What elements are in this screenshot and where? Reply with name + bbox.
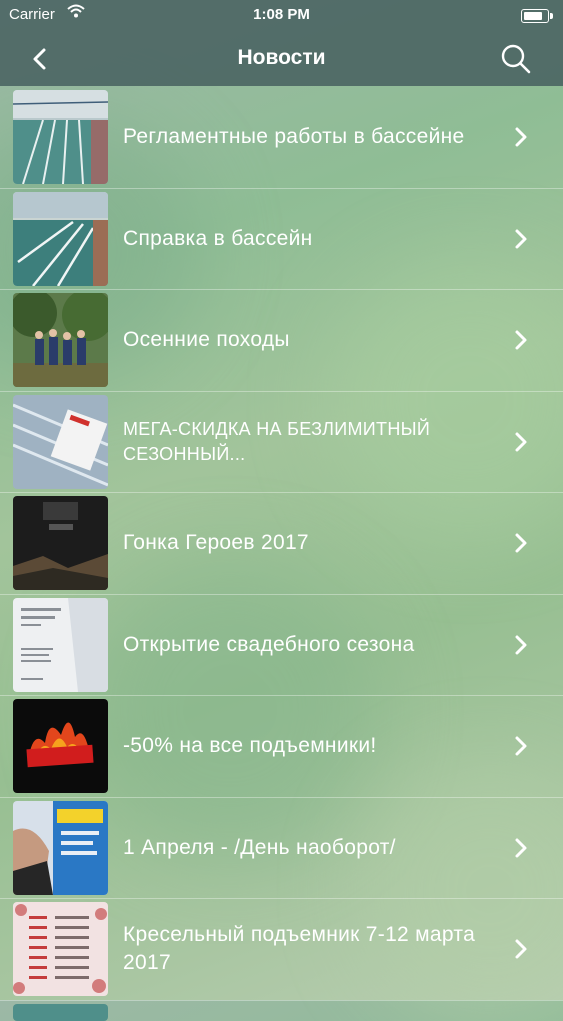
chevron-right-icon <box>515 432 527 451</box>
status-bar: Carrier 1:08 PM <box>0 0 563 32</box>
news-thumbnail <box>13 191 108 286</box>
news-title: Справка в бассейн <box>123 226 313 250</box>
hot-sale-logo <box>13 699 108 793</box>
chevron-right-icon <box>515 736 527 756</box>
chevron-right-icon <box>515 838 527 857</box>
list-item[interactable]: МЕГА-СКИДКА НА БЕЗЛИМИТНЫЙ СЕЗОННЫЙ... <box>0 392 563 493</box>
news-title: Открытие свадебного сезона <box>123 632 415 656</box>
news-thumbnail <box>13 902 108 996</box>
news-list: Регламентные работы в бассейне Справка в… <box>0 87 563 1021</box>
list-item[interactable]: -50% на все подъемники! <box>0 696 563 798</box>
navigation-bar: Новости <box>0 32 563 86</box>
search-icon <box>501 44 531 74</box>
chevron-right-icon <box>515 635 527 654</box>
page-title: Новости <box>237 46 326 69</box>
news-title: МЕГА-СКИДКА НА БЕЗЛИМИТНЫЙ СЕЗОННЫЙ... <box>123 418 431 464</box>
search-button[interactable] <box>499 42 533 76</box>
news-title: Кресельный подъемник 7-12 марта 2017 <box>123 923 476 975</box>
list-item[interactable]: Открытие свадебного сезона <box>0 595 563 696</box>
news-title: 1 Апреля - /День наоборот/ <box>123 835 396 859</box>
news-thumbnail <box>13 293 108 387</box>
chevron-right-icon <box>515 229 527 248</box>
chevron-right-icon <box>515 533 527 553</box>
clock: 1:08 PM <box>253 6 310 23</box>
news-thumbnail <box>13 496 108 590</box>
news-thumbnail <box>13 597 108 692</box>
chevron-right-icon <box>515 330 527 350</box>
list-item[interactable]: Справка в бассейн <box>0 189 563 290</box>
news-title: Гонка Героев 2017 <box>123 531 309 555</box>
news-thumbnail <box>13 1003 108 1021</box>
news-thumbnail <box>13 394 108 489</box>
news-thumbnail <box>13 699 108 793</box>
list-item[interactable]: Регламентные работы в бассейне <box>0 87 563 189</box>
chevron-right-icon <box>515 127 527 147</box>
list-item[interactable]: 1 Апреля - /День наоборот/ <box>0 798 563 899</box>
news-thumbnail <box>13 90 108 184</box>
news-title: Регламентные работы в бассейне <box>123 125 465 149</box>
news-title: -50% на все подъемники! <box>123 734 377 758</box>
list-item[interactable]: Гонка Героев 2017 <box>0 493 563 595</box>
news-thumbnail <box>13 800 108 895</box>
battery-icon <box>521 9 553 23</box>
list-item[interactable]: Кресельный подъемник 7-12 марта 2017 <box>0 899 563 1001</box>
chevron-right-icon <box>515 939 527 959</box>
news-title: Осенние походы <box>123 328 290 352</box>
list-item[interactable]: Осенние походы <box>0 290 563 392</box>
list-item[interactable] <box>0 1001 563 1021</box>
